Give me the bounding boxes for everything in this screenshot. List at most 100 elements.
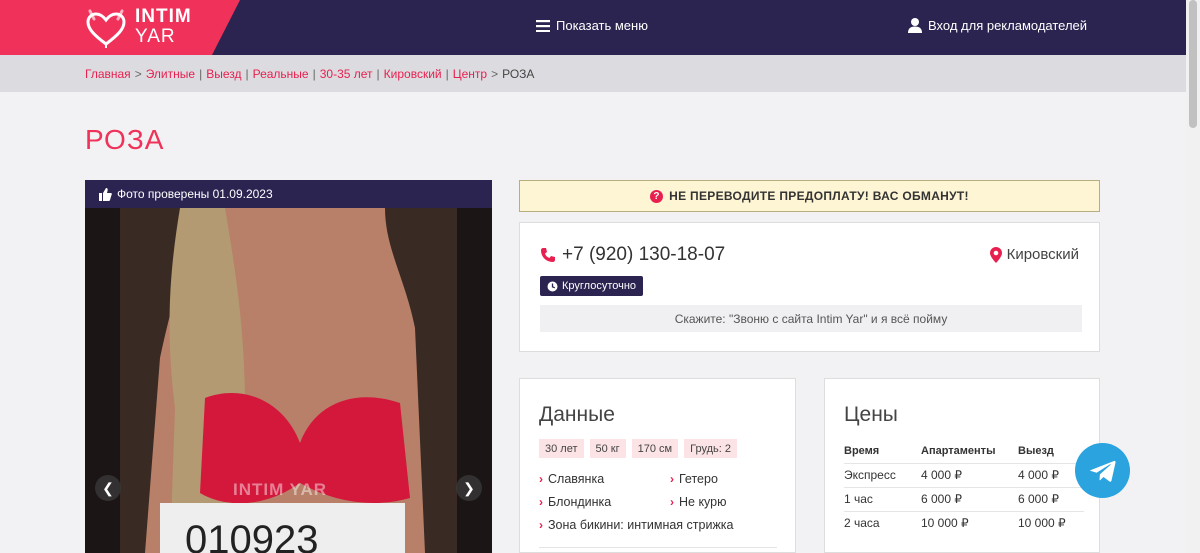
photo-gallery: Фото проверены 01.09.2023 010923 INTIM Y…	[85, 180, 492, 553]
prices-header-row: Время Апартаменты Выезд	[844, 439, 1084, 463]
chip-age: 30 лет	[539, 439, 584, 458]
show-menu-button[interactable]: Показать меню	[536, 18, 648, 33]
call-hint: Скажите: "Звоню с сайта Intim Yar" и я в…	[540, 305, 1082, 332]
price-outcall: 4 000 ₽	[1018, 462, 1084, 487]
thumbs-up-icon	[99, 187, 112, 201]
user-icon	[908, 18, 922, 33]
photo-watermark: INTIM YAR	[233, 480, 328, 499]
photo-next-button[interactable]: ❯	[456, 475, 482, 501]
telegram-icon	[1089, 460, 1116, 482]
page-scrollbar[interactable]	[1186, 0, 1200, 553]
price-outcall: 6 000 ₽	[1018, 486, 1084, 511]
data-card: Данные 30 лет 50 кг 170 см Грудь: 2 › Сла…	[519, 378, 796, 553]
trait-label: Гетеро	[679, 472, 718, 486]
prices-table: Время Апартаменты Выезд Экспресс 4 000 ₽…	[844, 439, 1084, 535]
chip-breast: Грудь: 2	[684, 439, 737, 458]
advertisers-login-label: Вход для рекламодателей	[928, 18, 1088, 33]
district-link[interactable]: Кировский	[989, 246, 1079, 263]
site-header: INTIM YAR Показать меню Вход для рекламо…	[0, 0, 1186, 55]
warning-text: НЕ ПЕРЕВОДИТЕ ПРЕДОПЛАТУ! ВАС ОБМАНУТ!	[669, 189, 969, 203]
phone-link[interactable]: +7 (920) 130-18-07	[540, 244, 725, 266]
breadcrumb-bar: Главная > Элитные | Выезд | Реальные | 30-35 лет…	[0, 55, 1186, 92]
photo-verified-banner: Фото проверены 01.09.2023	[85, 180, 492, 208]
column-header: Выезд	[1018, 444, 1054, 457]
breadcrumb-separator: |	[445, 67, 449, 81]
breadcrumb-elite[interactable]: Элитные	[146, 67, 195, 81]
hours-text: Круглосуточно	[562, 280, 637, 292]
breadcrumb-current: РОЗА	[502, 67, 535, 81]
breadcrumb-real[interactable]: Реальные	[253, 67, 309, 81]
breadcrumb-age[interactable]: 30-35 лет	[320, 67, 373, 81]
chevron-right-icon: ❯	[463, 479, 475, 496]
phone-number: +7 (920) 130-18-07	[562, 244, 726, 265]
price-duration: 2 часа	[844, 510, 921, 535]
chip-height: 170 см	[631, 439, 679, 458]
phone-icon	[541, 248, 555, 262]
breadcrumb-outcall[interactable]: Выезд	[206, 67, 241, 81]
price-duration: Экспресс	[844, 462, 921, 487]
show-menu-label: Показать меню	[556, 18, 648, 33]
heart-logo-icon	[86, 9, 126, 48]
breadcrumb-separator: |	[376, 67, 380, 81]
logo-line1: INTIM	[135, 6, 192, 27]
trait-item[interactable]: › Зона бикини: интимная стрижка	[539, 518, 734, 532]
price-apartments: 4 000 ₽	[921, 462, 1018, 487]
chevron-right-icon: ›	[539, 495, 543, 509]
trait-item[interactable]: › Славянка	[539, 472, 604, 486]
table-row: Экспресс 4 000 ₽ 4 000 ₽	[844, 462, 1084, 487]
breadcrumb-separator: |	[199, 67, 203, 81]
chevron-left-icon: ❮	[102, 479, 114, 496]
prices-card: Цены Время Апартаменты Выезд Экспресс 4 …	[824, 378, 1100, 553]
chevron-right-icon: ›	[670, 495, 674, 509]
data-card-title: Данные	[539, 403, 615, 426]
trait-item[interactable]: › Блондинка	[539, 495, 611, 509]
photo-prev-button[interactable]: ❮	[95, 475, 121, 501]
contact-card: +7 (920) 130-18-07 Кировский Круглосуточ…	[519, 222, 1100, 352]
breadcrumb-center[interactable]: Центр	[453, 67, 487, 81]
price-outcall: 10 000 ₽	[1018, 510, 1084, 535]
chevron-right-icon: ›	[670, 472, 674, 486]
advertisers-login-button[interactable]: Вход для рекламодателей	[908, 18, 1087, 33]
district-name: Кировский	[1006, 246, 1079, 263]
photo-verified-text: Фото проверены 01.09.2023	[117, 187, 273, 201]
chevron-right-icon: ›	[539, 472, 543, 486]
trait-item[interactable]: › Не курю	[670, 495, 727, 509]
breadcrumb: Главная > Элитные | Выезд | Реальные | 30-35 лет…	[85, 67, 534, 81]
trait-label: Блондинка	[548, 495, 612, 509]
page-title: РОЗА	[85, 124, 165, 155]
chip-weight: 50 кг	[589, 439, 626, 458]
column-header: Время	[844, 444, 880, 457]
price-apartments: 6 000 ₽	[921, 486, 1018, 511]
breadcrumb-separator: >	[491, 67, 499, 81]
price-apartments: 10 000 ₽	[921, 510, 1018, 535]
hours-badge: Круглосуточно	[540, 276, 644, 296]
price-duration: 1 час	[844, 486, 921, 511]
logo[interactable]: INTIM YAR	[0, 0, 240, 55]
photo-sign-text: 010923	[185, 518, 318, 553]
profile-photo[interactable]: 010923	[85, 208, 492, 553]
table-row: 2 часа 10 000 ₽ 10 000 ₽	[844, 510, 1084, 535]
breadcrumb-separator: |	[312, 67, 316, 81]
map-marker-icon	[989, 246, 1002, 263]
breadcrumb-district[interactable]: Кировский	[384, 67, 442, 81]
table-row: 1 час 6 000 ₽ 6 000 ₽	[844, 486, 1084, 511]
scrollbar-thumb[interactable]	[1189, 0, 1197, 128]
divider	[539, 547, 777, 548]
trait-item[interactable]: › Гетеро	[670, 472, 718, 486]
question-circle-icon: ?	[650, 189, 664, 203]
clock-icon	[547, 281, 558, 291]
telegram-button[interactable]	[1075, 443, 1130, 498]
breadcrumb-separator: |	[245, 67, 249, 81]
breadcrumb-home[interactable]: Главная	[85, 67, 131, 81]
prices-card-title: Цены	[844, 403, 898, 426]
breadcrumb-separator: >	[134, 67, 142, 81]
hamburger-icon	[536, 19, 550, 32]
logo-line2: YAR	[135, 26, 176, 47]
trait-label: Славянка	[548, 472, 605, 486]
chevron-right-icon: ›	[539, 518, 543, 532]
column-header: Апартаменты	[921, 444, 996, 457]
prepayment-warning: ? НЕ ПЕРЕВОДИТЕ ПРЕДОПЛАТУ! ВАС ОБМАНУТ!	[519, 180, 1100, 212]
logo-text: INTIM YAR	[135, 7, 192, 47]
trait-label: Не курю	[679, 495, 727, 509]
parameter-chips: 30 лет 50 кг 170 см Грудь: 2	[539, 439, 737, 458]
